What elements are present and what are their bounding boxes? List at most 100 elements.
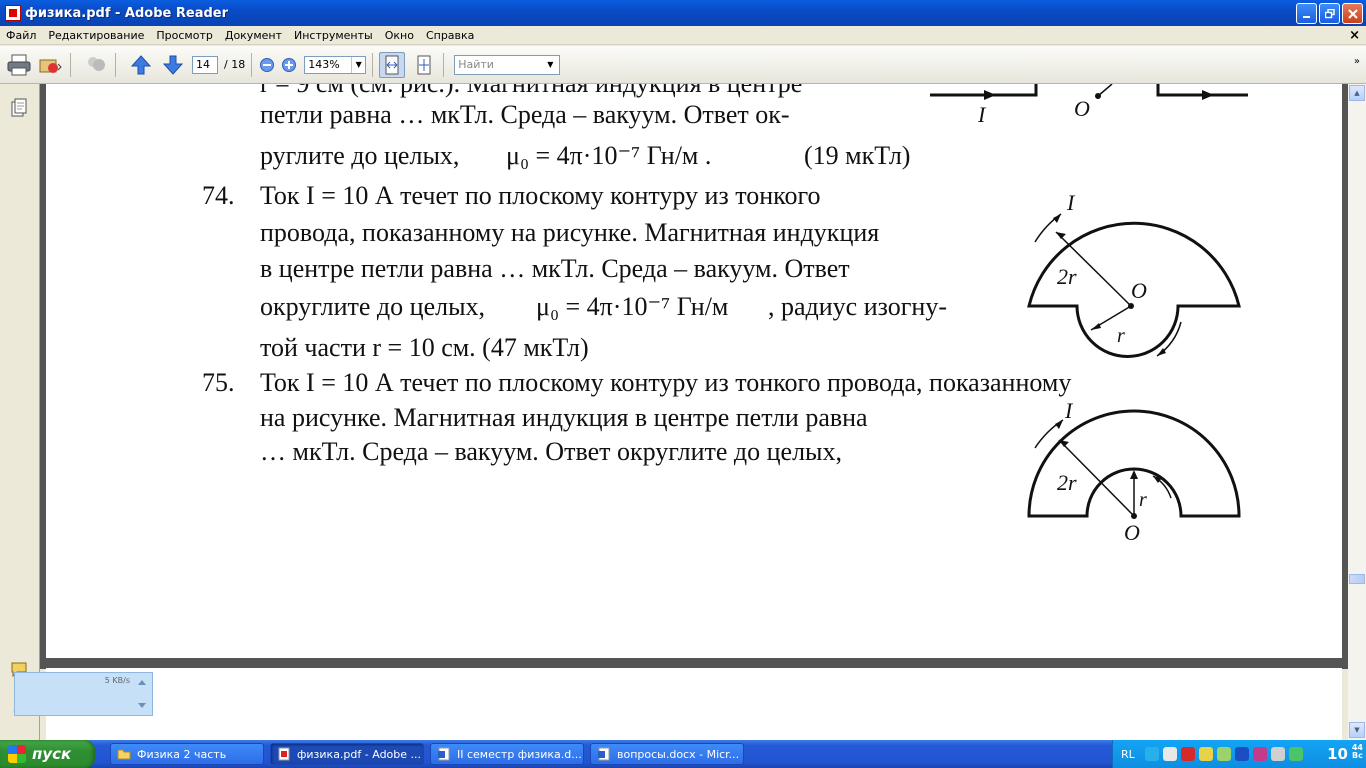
collaborate-button[interactable]	[83, 52, 109, 78]
fit-width-icon	[385, 55, 399, 74]
doc-formula: μ₀ = 4π·10⁻⁷ Гн/м	[536, 292, 729, 321]
messenger-tray-icon[interactable]	[1198, 747, 1213, 761]
people-icon	[88, 56, 105, 71]
scroll-thumb[interactable]	[1349, 574, 1365, 584]
menu-view[interactable]: Просмотр	[150, 26, 218, 45]
system-tray: RL 10 44 Вс	[1112, 740, 1366, 768]
taskbar-item-word-1[interactable]: II семестр физика.d...	[430, 743, 584, 765]
zoom-in-button[interactable]	[280, 52, 298, 78]
pdf-page: r = 9 см (см. рис.). Магнитная индукция …	[46, 84, 1342, 658]
toolbar-separator	[443, 52, 445, 77]
network-meter-widget[interactable]: 5 KB/s	[14, 672, 153, 716]
toolbar-separator	[70, 52, 71, 77]
taskbar-item-label: вопросы.docx - Micr...	[617, 747, 740, 761]
arrow-up-icon	[130, 54, 152, 74]
arrow-down-icon	[162, 55, 184, 75]
fig-label: O	[1074, 96, 1090, 121]
menu-bar: Файл Редактирование Просмотр Документ Ин…	[0, 26, 1366, 45]
document-close-icon[interactable]: ×	[1349, 26, 1360, 45]
clock-hour: 10	[1327, 745, 1348, 763]
taskbar-item-label: Физика 2 часть	[137, 747, 227, 761]
doc-line: руглите до целых,	[260, 141, 460, 170]
fig-label: I	[977, 102, 987, 127]
zoom-out-button[interactable]	[258, 52, 276, 78]
previous-page-button[interactable]	[128, 52, 154, 78]
taskbar-item-label: физика.pdf - Adobe ...	[297, 747, 422, 761]
fig-label: I	[1066, 194, 1076, 215]
folder-icon	[117, 749, 131, 760]
toolbar-separator	[115, 52, 116, 77]
zoom-in-icon	[282, 57, 297, 72]
document-view[interactable]: r = 9 см (см. рис.). Магнитная индукция …	[40, 84, 1348, 664]
doc-line: провода, показанному на рисунке. Магнитн…	[260, 218, 880, 247]
taskbar-item-pdf[interactable]: физика.pdf - Adobe ...	[270, 743, 424, 765]
taskbar-item-folder[interactable]: Физика 2 часть	[110, 743, 264, 765]
help-tray-icon[interactable]	[1162, 747, 1177, 761]
close-icon	[1347, 8, 1358, 19]
fit-page-icon	[417, 55, 431, 74]
clock[interactable]: 10	[1327, 745, 1348, 763]
window-title: физика.pdf - Adobe Reader	[25, 5, 228, 21]
page-number-input[interactable]	[192, 55, 218, 74]
menu-file[interactable]: Файл	[0, 26, 42, 45]
doc-line: округлите до целых,	[260, 292, 486, 321]
zoom-out-icon	[260, 57, 275, 72]
antivirus-tray-icon[interactable]	[1180, 747, 1195, 761]
menu-help[interactable]: Справка	[420, 26, 480, 45]
restore-icon	[1324, 8, 1335, 18]
green-tray-icon[interactable]	[1288, 747, 1303, 761]
pdf-page-next	[46, 668, 1342, 742]
media-tray-icon[interactable]	[1252, 747, 1267, 761]
menu-tools[interactable]: Инструменты	[288, 26, 379, 45]
menu-window[interactable]: Окно	[379, 26, 420, 45]
app-root: физика.pdf - Adobe Reader Файл Редактиро…	[0, 0, 1366, 768]
scroll-down-button[interactable]: ▼	[1349, 722, 1365, 738]
title-bar[interactable]: физика.pdf - Adobe Reader	[0, 0, 1366, 26]
start-button[interactable]: пуск	[0, 740, 95, 768]
chevron-down-icon: ▼	[351, 56, 365, 73]
fig-label: O	[1131, 278, 1147, 303]
figure-top: I O	[930, 84, 1248, 127]
problem-number: 75.	[202, 368, 235, 397]
navigation-pane	[0, 84, 40, 740]
word-document-icon	[598, 747, 610, 761]
taskbar-item-word-2[interactable]: вопросы.docx - Micr...	[590, 743, 744, 765]
fig-label: 2r	[1057, 470, 1077, 495]
update-tray-icon[interactable]	[1216, 747, 1231, 761]
email-button[interactable]	[38, 52, 64, 78]
search-input[interactable]: Найти ▼	[454, 54, 561, 75]
vertical-scrollbar[interactable]: ▲ ▼	[1348, 84, 1366, 740]
windows-logo-icon	[8, 745, 26, 763]
minimize-button[interactable]	[1296, 3, 1317, 24]
bluetooth-tray-icon[interactable]	[1234, 747, 1249, 761]
doc-line: петли равна … мкТл. Среда – вакуум. Отве…	[260, 100, 790, 129]
fit-page-button[interactable]	[411, 52, 437, 78]
word-document-icon	[438, 747, 450, 761]
toolbar-separator	[372, 52, 374, 77]
pages-icon[interactable]	[10, 98, 28, 118]
print-button[interactable]	[6, 52, 32, 78]
language-indicator[interactable]: RL	[1121, 748, 1135, 761]
doc-line: Ток I = 10 А течет по плоскому контуру и…	[260, 368, 1072, 397]
taskbar-item-label: II семестр физика.d...	[457, 747, 582, 761]
volume-tray-icon[interactable]	[1270, 747, 1285, 761]
toolbar-overflow-icon[interactable]: »	[1354, 56, 1360, 67]
menu-document[interactable]: Документ	[219, 26, 288, 45]
clock-extra: 44 Вс	[1352, 744, 1363, 760]
chevron-down-icon: ▼	[547, 60, 554, 69]
fig-label: 2r	[1057, 264, 1077, 289]
restore-button[interactable]	[1319, 3, 1340, 24]
toolbar-separator	[251, 52, 253, 77]
fig-label: I	[1064, 398, 1074, 423]
printer-icon	[7, 54, 31, 75]
close-button[interactable]	[1342, 3, 1363, 24]
next-page-button[interactable]	[160, 52, 186, 78]
menu-edit[interactable]: Редактирование	[42, 26, 150, 45]
zoom-select[interactable]: 143% ▼	[304, 55, 367, 74]
fit-width-button[interactable]	[379, 51, 406, 78]
doc-formula: μ₀ = 4π·10⁻⁷ Гн/м .	[506, 141, 712, 170]
scroll-up-button[interactable]: ▲	[1349, 85, 1365, 101]
network-scroll-icon[interactable]	[135, 677, 149, 713]
pdf-file-icon	[5, 5, 21, 21]
network-tray-icon[interactable]	[1144, 747, 1159, 761]
